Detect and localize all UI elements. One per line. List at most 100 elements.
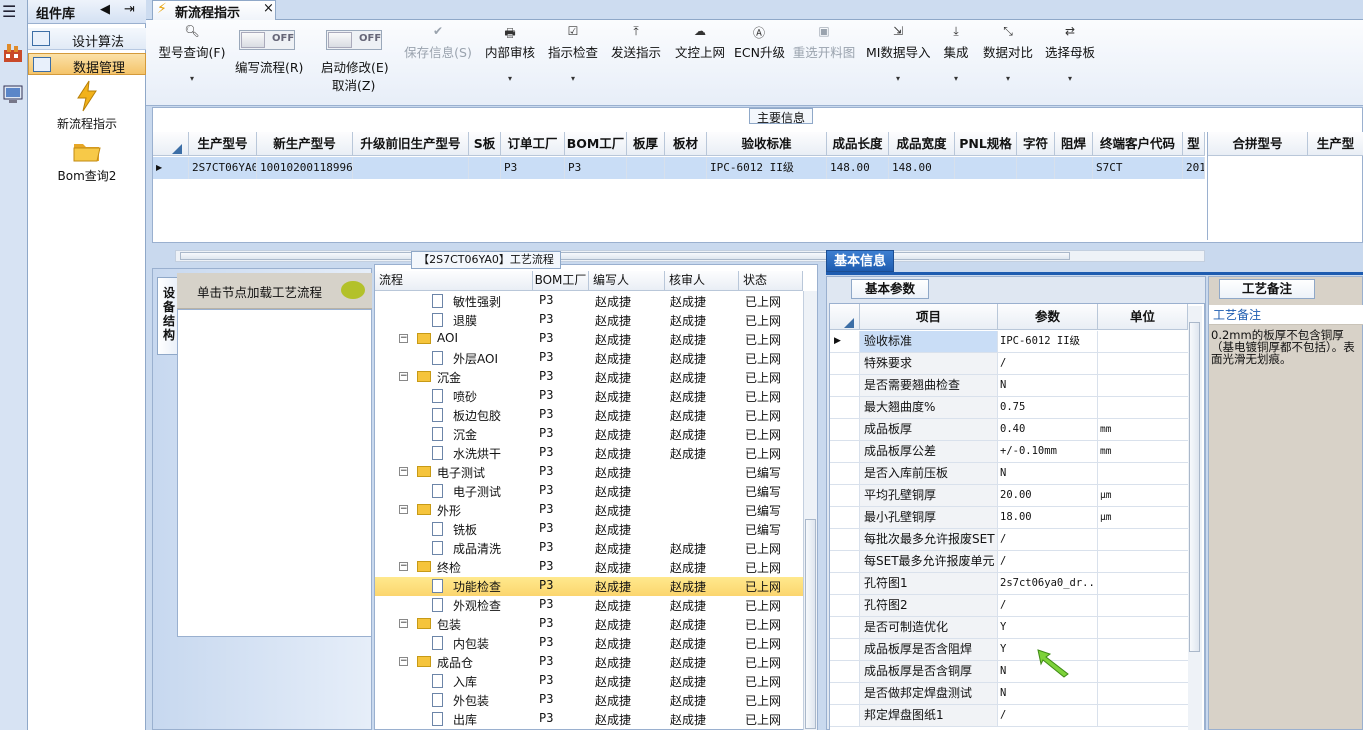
integrate-button[interactable]: ⤓ 集成 ▾ [938,20,974,106]
close-icon[interactable]: × [263,1,274,16]
param-row[interactable]: 特殊要求 / [830,353,1188,375]
tree-leaf-row[interactable]: 外观检查 P3 赵成捷 赵成捷 已上网 [375,596,803,615]
table-cell[interactable] [665,157,707,179]
start-modify-toggle[interactable]: OFF [326,30,382,50]
param-row[interactable]: 孔符图1 2s7ct06ya0_dr... [830,573,1188,595]
collapse-icon[interactable]: − [399,334,408,343]
tree-leaf-row[interactable]: 成品清洗 P3 赵成捷 赵成捷 已上网 [375,539,803,558]
horizontal-scrollbar[interactable] [175,250,1205,262]
reselect-cutting-button[interactable]: ▣ 重选开料图 [790,20,858,106]
param-value[interactable]: N [998,375,1098,396]
column-header[interactable]: 字符 [1017,132,1055,156]
pin-icon[interactable]: ⇥ [124,2,135,17]
tab-process-remarks[interactable]: 工艺备注 [1219,279,1315,299]
param-value[interactable]: 20.00 [998,485,1098,506]
column-header[interactable]: 项目 [860,304,998,330]
param-row[interactable]: 是否可制造优化 Y [830,617,1188,639]
column-header[interactable]: 订单工厂 [501,132,565,156]
param-row[interactable]: 邦定焊盘图纸1/ [830,705,1188,727]
tree-leaf-row[interactable]: 沉金 P3 赵成捷 赵成捷 已上网 [375,425,803,444]
collapse-icon[interactable]: − [399,562,408,571]
param-row[interactable]: 最小孔壁铜厚 18.00 μm [830,507,1188,529]
table-cell[interactable]: IPC-6012 II级 [707,157,827,179]
table-cell[interactable] [955,157,1017,179]
sidebar-item-data-management[interactable]: 数据管理 [28,53,146,76]
column-header[interactable]: 合拼型号 [1208,132,1308,156]
table-cell[interactable] [353,157,469,179]
table-cell[interactable] [1017,157,1055,179]
param-value[interactable]: / [998,551,1098,572]
column-header[interactable]: S板 [469,132,501,156]
vertical-scrollbar[interactable] [1188,306,1202,730]
param-row[interactable]: 是否做邦定焊盘测试 N [830,683,1188,705]
tree-leaf-row[interactable]: 外包装 P3 赵成捷 赵成捷 已上网 [375,691,803,710]
tree-leaf-row[interactable]: 内包装 P3 赵成捷 赵成捷 已上网 [375,634,803,653]
vertical-scrollbar[interactable] [803,291,817,730]
param-row[interactable]: 是否入库前压板 N [830,463,1188,485]
scrollbar-thumb[interactable] [180,252,1070,260]
column-header[interactable]: 成品长度 [827,132,889,156]
tool-bom-query[interactable]: Bom查询2 [28,138,146,184]
table-cell[interactable]: 2S7CT06YA0 [189,157,257,179]
column-header[interactable]: BOM工厂 [533,271,589,291]
chevron-down-icon[interactable]: ▾ [1042,74,1098,83]
chevron-down-icon[interactable]: ▾ [866,74,930,83]
param-value[interactable]: Y [998,617,1098,638]
scrollbar-thumb[interactable] [805,519,816,729]
column-header[interactable]: 板材 [665,132,707,156]
param-value[interactable]: / [998,595,1098,616]
param-row[interactable]: 孔符图2/ [830,595,1188,617]
tree-leaf-row[interactable]: 水洗烘干 P3 赵成捷 赵成捷 已上网 [375,444,803,463]
column-header[interactable]: 新生产型号 [257,132,353,156]
collapse-left-icon[interactable]: ◀ [100,2,110,17]
param-value[interactable]: N [998,463,1098,484]
chevron-down-icon[interactable]: ▾ [480,74,540,83]
chevron-down-icon[interactable]: ▾ [154,74,230,83]
param-value[interactable]: +/-0.10mm [998,441,1098,462]
table-cell[interactable]: P3 [501,157,565,179]
device-tree-area[interactable] [177,309,372,637]
edit-flow-toggle[interactable]: OFF [239,30,295,50]
param-value[interactable]: 0.40 [998,419,1098,440]
column-header[interactable]: 成品宽度 [889,132,955,156]
instruction-check-button[interactable]: ☑ 指示检查 ▾ [544,20,602,106]
table-cell[interactable]: 148.00 [827,157,889,179]
column-header[interactable]: 参数 [998,304,1098,330]
sidebar-item-design-algorithm[interactable]: 设计算法 [28,28,146,50]
tree-leaf-row[interactable]: 喷砂 P3 赵成捷 赵成捷 已上网 [375,387,803,406]
tab-new-flow[interactable]: ⚡ 新流程指示 × [152,0,276,21]
internal-review-button[interactable]: 🖶 内部审核 ▾ [480,20,540,106]
tree-leaf-row[interactable]: 敏性强剥 P3 赵成捷 赵成捷 已上网 [375,292,803,311]
param-value[interactable]: / [998,705,1098,726]
column-header[interactable]: 型 [1183,132,1205,156]
table-cell[interactable] [1055,157,1093,179]
tree-group-row[interactable]: − 电子测试 P3 赵成捷 已编写 [375,463,803,482]
param-value[interactable]: 2s7ct06ya0_dr... [998,573,1098,594]
scrollbar-thumb[interactable] [1189,322,1200,652]
column-header[interactable]: 单位 [1098,304,1188,330]
table-cell[interactable]: 148.00 [889,157,955,179]
chevron-down-icon[interactable]: ▾ [938,74,974,83]
tree-group-row[interactable]: − AOI P3 赵成捷 赵成捷 已上网 [375,330,803,349]
chevron-down-icon[interactable]: ▾ [980,74,1036,83]
tree-leaf-row[interactable]: 退膜 P3 赵成捷 赵成捷 已上网 [375,311,803,330]
param-value[interactable]: 0.75 [998,397,1098,418]
column-header[interactable]: 板厚 [627,132,665,156]
tree-leaf-row[interactable]: 入库 P3 赵成捷 赵成捷 已上网 [375,672,803,691]
tool-new-flow[interactable]: 新流程指示 [28,80,146,132]
collapse-icon[interactable]: − [399,505,408,514]
tree-group-row[interactable]: − 终检 P3 赵成捷 赵成捷 已上网 [375,558,803,577]
column-header[interactable]: PNL规格 [955,132,1017,156]
collapse-icon[interactable]: − [399,372,408,381]
column-header[interactable]: 核审人 [665,271,739,291]
param-row[interactable]: 成品板厚 0.40 mm [830,419,1188,441]
column-header[interactable]: 阻焊 [1055,132,1093,156]
param-value[interactable]: / [998,353,1098,374]
factory-icon[interactable] [2,40,24,64]
tab-basic-params[interactable]: 基本参数 [851,279,929,299]
column-header[interactable]: 生产型 [1308,132,1363,156]
param-row[interactable]: 每批次最多允许报废SET / [830,529,1188,551]
param-row[interactable]: 成品板厚是否含阻焊 Y [830,639,1188,661]
table-cell[interactable]: 10010200118996 [257,157,353,179]
chevron-down-icon[interactable]: ▾ [544,74,602,83]
